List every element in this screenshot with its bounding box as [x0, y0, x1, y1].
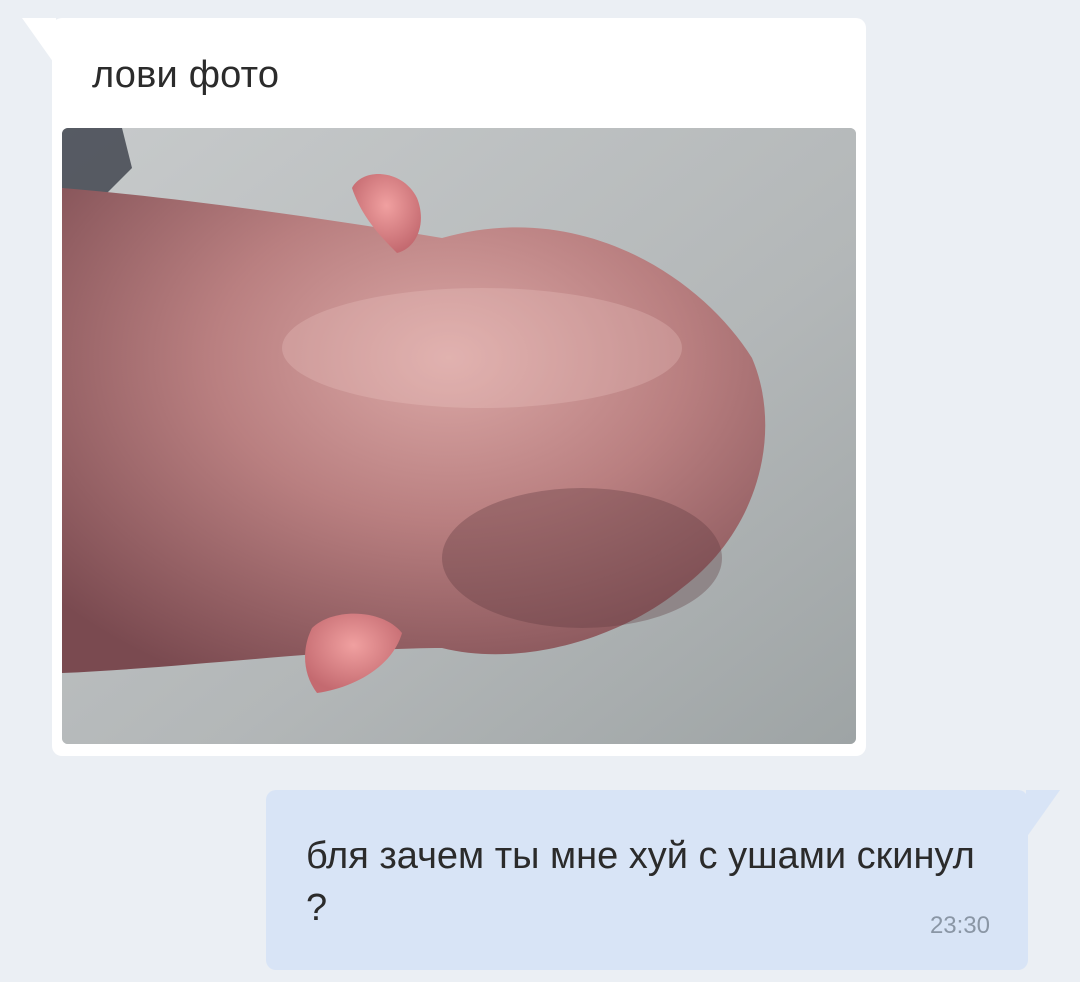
- outgoing-message-text: бля зачем ты мне хуй с ушами скинул ?: [306, 835, 975, 929]
- incoming-message-text: лови фото: [92, 54, 280, 96]
- incoming-bubble-tail: [22, 18, 56, 66]
- attached-photo[interactable]: [62, 128, 856, 744]
- outgoing-bubble-tail: [1026, 790, 1060, 838]
- message-timestamp: 23:30: [929, 912, 990, 939]
- photo-image: [62, 128, 856, 744]
- outgoing-message-bubble[interactable]: бля зачем ты мне хуй с ушами скинул ? 23…: [266, 790, 1028, 970]
- incoming-message-bubble[interactable]: лови фото: [52, 18, 866, 756]
